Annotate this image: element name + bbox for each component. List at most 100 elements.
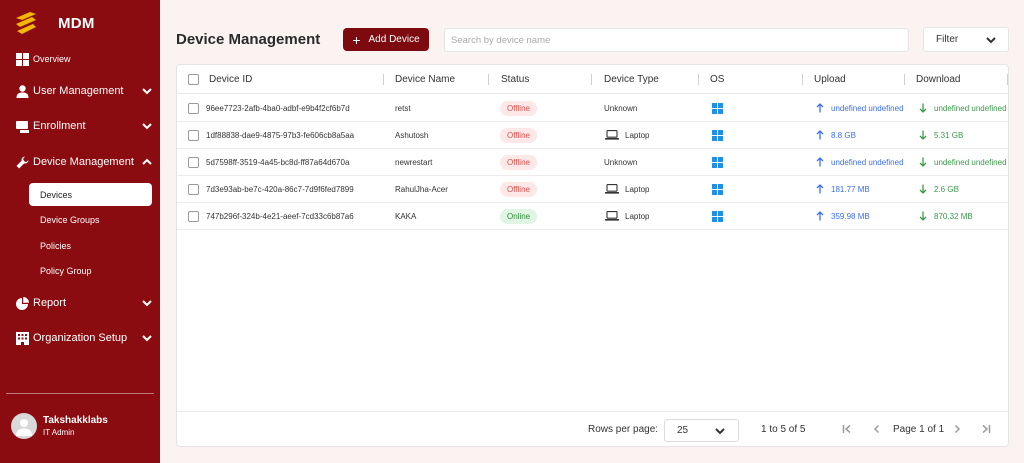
sidebar-item-overview[interactable]: Overview	[16, 48, 152, 70]
column-header-download[interactable]: Download	[916, 65, 960, 94]
rows-per-page-label: Rows per page:	[588, 424, 659, 435]
windows-icon	[712, 176, 723, 202]
column-header-status[interactable]: Status	[501, 65, 529, 94]
arrow-down-icon	[919, 103, 927, 113]
device-name-cell: retst	[395, 103, 411, 113]
column-header-device-type[interactable]: Device Type	[604, 65, 659, 94]
row-checkbox[interactable]	[188, 211, 199, 222]
rows-per-page-value: 25	[677, 425, 689, 436]
column-header-device-id[interactable]: Device ID	[209, 65, 252, 94]
table-row[interactable]: 7d3e93ab-be7c-420a-86c7-7d9f6fed7899 Rah…	[177, 176, 1008, 203]
building-icon	[16, 331, 29, 345]
column-separator	[904, 74, 905, 85]
sidebar-subitem-label: Policies	[40, 240, 72, 251]
sidebar-divider	[6, 393, 154, 394]
chevron-down-icon	[142, 298, 152, 308]
chevron-down-icon	[142, 333, 152, 343]
enrollment-icon	[16, 120, 29, 133]
windows-icon	[712, 203, 723, 229]
pagination-range: 1 to 5 of 5	[761, 424, 806, 435]
row-checkbox[interactable]	[188, 157, 199, 168]
user-name: Takshakklabs	[43, 415, 108, 426]
chevron-right-icon	[954, 424, 961, 434]
status-badge: Offline	[500, 181, 537, 197]
chevron-down-icon	[142, 86, 152, 96]
sidebar-subitem-policy-group[interactable]: Policy Group	[29, 259, 152, 282]
sidebar-subitem-device-groups[interactable]: Device Groups	[29, 208, 152, 231]
device-id-cell: 7d3e93ab-be7c-420a-86c7-7d9f6fed7899	[206, 184, 354, 194]
upload-cell: undefined undefined	[816, 95, 908, 121]
status-badge: Offline	[500, 100, 537, 116]
chevron-left-icon	[873, 424, 880, 434]
sidebar-subitem-devices[interactable]: Devices	[29, 183, 152, 206]
status-cell: Online	[500, 203, 538, 229]
sidebar-item-organization-setup[interactable]: Organization Setup	[16, 327, 152, 349]
upload-cell: 181.77 MB	[816, 176, 908, 202]
column-separator	[488, 74, 489, 85]
row-checkbox[interactable]	[188, 130, 199, 141]
add-device-label: Add Device	[368, 34, 420, 45]
column-header-os[interactable]: OS	[710, 65, 724, 94]
column-header-upload[interactable]: Upload	[814, 65, 846, 94]
row-checkbox[interactable]	[188, 103, 199, 114]
brand[interactable]: MDM	[14, 9, 95, 37]
upload-cell: undefined undefined	[816, 149, 908, 175]
arrow-up-icon	[816, 211, 824, 221]
column-separator	[802, 74, 803, 85]
device-type-cell: Unknown	[604, 95, 637, 121]
last-page-button[interactable]	[980, 423, 992, 435]
download-value: 870.32 MB	[934, 211, 973, 221]
first-page-button[interactable]	[841, 423, 853, 435]
search-input[interactable]	[444, 28, 909, 52]
brand-name: MDM	[58, 14, 95, 32]
upload-value: 181.77 MB	[831, 184, 870, 194]
sidebar: MDM Overview User Management Enrollment …	[0, 0, 160, 463]
device-name-cell: RahulJha-Acer	[395, 184, 448, 194]
select-all-checkbox[interactable]	[188, 74, 199, 85]
last-page-icon	[982, 424, 991, 434]
sidebar-item-report[interactable]: Report	[16, 292, 152, 314]
arrow-down-icon	[919, 184, 927, 194]
device-type-cell: Laptop	[605, 176, 649, 202]
filter-label: Filter	[936, 34, 959, 45]
add-device-button[interactable]: + Add Device	[343, 28, 429, 51]
sidebar-subitem-policies[interactable]: Policies	[29, 234, 152, 257]
chevron-up-icon	[142, 157, 152, 167]
download-value: 2.6 GB	[934, 184, 959, 194]
user-profile[interactable]: Takshakklabs IT Admin	[11, 413, 108, 439]
logo-icon	[16, 12, 36, 34]
arrow-up-icon	[816, 184, 824, 194]
sidebar-item-label: Enrollment	[33, 120, 86, 132]
sidebar-item-label: User Management	[33, 85, 124, 97]
devices-table: Device ID Device Name Status Device Type…	[176, 64, 1009, 447]
previous-page-button[interactable]	[871, 423, 883, 435]
sidebar-item-device-management[interactable]: Device Management	[16, 151, 152, 173]
status-badge: Offline	[500, 127, 537, 143]
sidebar-item-enrollment[interactable]: Enrollment	[16, 115, 152, 137]
rows-per-page-select[interactable]: 25	[664, 419, 739, 442]
table-row[interactable]: 1df88838-dae9-4875-97b3-fe606cb8a5aa Ash…	[177, 122, 1008, 149]
next-page-button[interactable]	[951, 423, 963, 435]
sidebar-item-user-management[interactable]: User Management	[16, 80, 152, 102]
device-type-cell: Unknown	[604, 149, 637, 175]
table-row[interactable]: 5d7598ff-3519-4a45-bc8d-ff87a64d670a new…	[177, 149, 1008, 176]
status-cell: Offline	[500, 149, 537, 175]
table-row[interactable]: 747b296f-324b-4e21-aeef-7cd33c6b87a6 KAK…	[177, 203, 1008, 230]
download-cell: 5.31 GB	[919, 122, 1008, 148]
column-separator	[698, 74, 699, 85]
avatar	[11, 413, 37, 439]
chevron-down-icon	[986, 36, 996, 43]
table-row[interactable]: 96ee7723-2afb-4ba0-adbf-e9b4f2cf6b7d ret…	[177, 95, 1008, 122]
device-id-cell: 747b296f-324b-4e21-aeef-7cd33c6b87a6	[206, 211, 354, 221]
status-badge: Online	[500, 208, 538, 224]
upload-value: 8.8 GB	[831, 130, 856, 140]
device-id-cell: 5d7598ff-3519-4a45-bc8d-ff87a64d670a	[206, 157, 350, 167]
column-header-device-name[interactable]: Device Name	[395, 65, 455, 94]
row-checkbox[interactable]	[188, 184, 199, 195]
device-name-cell: KAKA	[395, 211, 417, 221]
filter-dropdown[interactable]: Filter	[923, 27, 1009, 52]
column-separator	[1007, 74, 1008, 85]
arrow-down-icon	[919, 130, 927, 140]
user-role: IT Admin	[43, 428, 75, 437]
sidebar-item-label: Organization Setup	[33, 332, 128, 344]
